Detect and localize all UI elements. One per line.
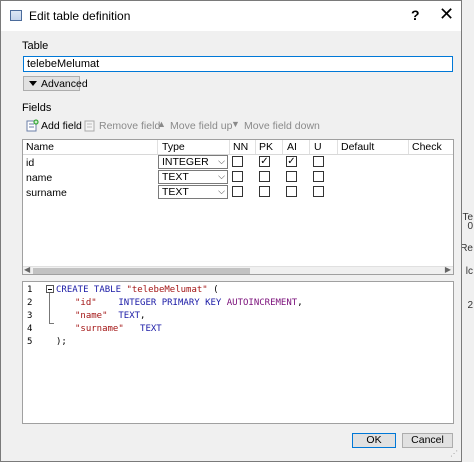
add-field-icon (26, 119, 39, 132)
sql-line-4: "surname" TEXT (75, 324, 162, 334)
background-fragment: lc (465, 266, 473, 277)
line-number: 5 (27, 337, 33, 347)
fields-table-header: Name Type NN PK AI U Default Check (23, 140, 453, 155)
arrow-up-icon: ▲ (157, 119, 166, 129)
field-type-select[interactable]: TEXT ⌵ (158, 185, 228, 199)
chevron-down-icon: ⌵ (218, 156, 225, 166)
column-divider (408, 140, 409, 154)
title-bar[interactable]: Edit table definition ? ✕ (1, 1, 461, 31)
line-number: 4 (27, 324, 33, 334)
ok-button[interactable]: OK (352, 433, 396, 448)
fold-guide-end (49, 323, 54, 324)
scroll-left-icon[interactable]: ◀ (24, 265, 30, 274)
line-number: 2 (27, 298, 33, 308)
resize-grip-icon[interactable]: ⋰ (450, 449, 458, 458)
sql-line-3: "name" TEXT, (75, 311, 146, 321)
remove-field-icon (84, 120, 95, 132)
help-button[interactable]: ? (411, 7, 420, 23)
column-divider (157, 140, 158, 154)
sql-line-5: ); (56, 337, 67, 347)
scroll-right-icon[interactable]: ▶ (445, 265, 451, 274)
triangle-down-icon (29, 81, 37, 86)
sql-preview-editor[interactable]: 1 2 3 4 5 CREATE TABLE "telebeMelumat" (… (22, 281, 454, 424)
u-checkbox[interactable] (313, 186, 324, 197)
arrow-down-icon: ▼ (231, 119, 240, 129)
nn-checkbox[interactable] (232, 156, 243, 167)
table-icon (10, 10, 22, 21)
column-divider (229, 140, 230, 154)
field-type-select[interactable]: TEXT ⌵ (158, 170, 228, 184)
fold-guide (49, 293, 50, 324)
table-row[interactable]: surname TEXT ⌵ (23, 185, 453, 200)
sql-line-1: CREATE TABLE "telebeMelumat" ( (56, 285, 219, 295)
edit-table-dialog: Edit table definition ? ✕ Table telebeMe… (0, 0, 462, 462)
line-number: 1 (27, 285, 33, 295)
background-fragment: Re (460, 243, 473, 254)
table-row[interactable]: name TEXT ⌵ (23, 170, 453, 185)
fields-table: Name Type NN PK AI U Default Check id IN… (22, 139, 454, 275)
column-header-u[interactable]: U (314, 141, 322, 153)
chevron-down-icon: ⌵ (218, 171, 225, 181)
nn-checkbox[interactable] (232, 186, 243, 197)
horizontal-scrollbar[interactable]: ◀ ▶ (23, 265, 453, 274)
fields-toolbar: Add field Remove field ▲ Move field up ▼… (21, 117, 461, 135)
sql-line-2: "id" INTEGER PRIMARY KEY AUTOINCREMENT, (75, 298, 303, 308)
line-number: 3 (27, 311, 33, 321)
ai-checkbox[interactable] (286, 171, 297, 182)
scrollbar-thumb[interactable] (33, 268, 250, 274)
fields-group-label: Fields (22, 102, 52, 114)
u-checkbox[interactable] (313, 156, 324, 167)
column-header-nn[interactable]: NN (233, 141, 248, 153)
column-header-pk[interactable]: PK (259, 141, 273, 153)
table-name-input[interactable]: telebeMelumat (23, 56, 453, 72)
advanced-label: Advanced (41, 78, 88, 90)
column-divider (309, 140, 310, 154)
u-checkbox[interactable] (313, 171, 324, 182)
field-name-cell[interactable]: surname (26, 187, 67, 199)
pk-checkbox[interactable] (259, 186, 270, 197)
field-name-cell[interactable]: name (26, 172, 52, 184)
column-divider (282, 140, 283, 154)
ai-checkbox[interactable] (286, 186, 297, 197)
table-row[interactable]: id INTEGER ⌵ ✓ ✓ (23, 155, 453, 170)
pk-checkbox[interactable] (259, 171, 270, 182)
column-header-type[interactable]: Type (162, 141, 185, 153)
nn-checkbox[interactable] (232, 171, 243, 182)
column-header-default[interactable]: Default (341, 141, 374, 153)
column-divider (255, 140, 256, 154)
ai-checkbox[interactable]: ✓ (286, 156, 297, 167)
chevron-down-icon: ⌵ (218, 186, 225, 196)
window-title: Edit table definition (29, 9, 131, 23)
cancel-button[interactable]: Cancel (402, 433, 453, 448)
fold-toggle-icon[interactable] (46, 285, 54, 293)
column-header-check[interactable]: Check (412, 141, 442, 153)
background-fragment: 2 (467, 300, 473, 311)
background-fragment: 0 (467, 221, 473, 232)
line-number-gutter: 1 2 3 4 5 (23, 282, 49, 423)
advanced-button[interactable]: Advanced (23, 76, 88, 91)
column-header-name[interactable]: Name (26, 141, 54, 153)
table-group-label: Table (22, 40, 49, 52)
close-button[interactable]: ✕ (439, 4, 454, 25)
field-name-cell[interactable]: id (26, 157, 34, 169)
column-divider (337, 140, 338, 154)
column-header-ai[interactable]: AI (287, 141, 297, 153)
field-type-select[interactable]: INTEGER ⌵ (158, 155, 228, 169)
pk-checkbox[interactable]: ✓ (259, 156, 270, 167)
